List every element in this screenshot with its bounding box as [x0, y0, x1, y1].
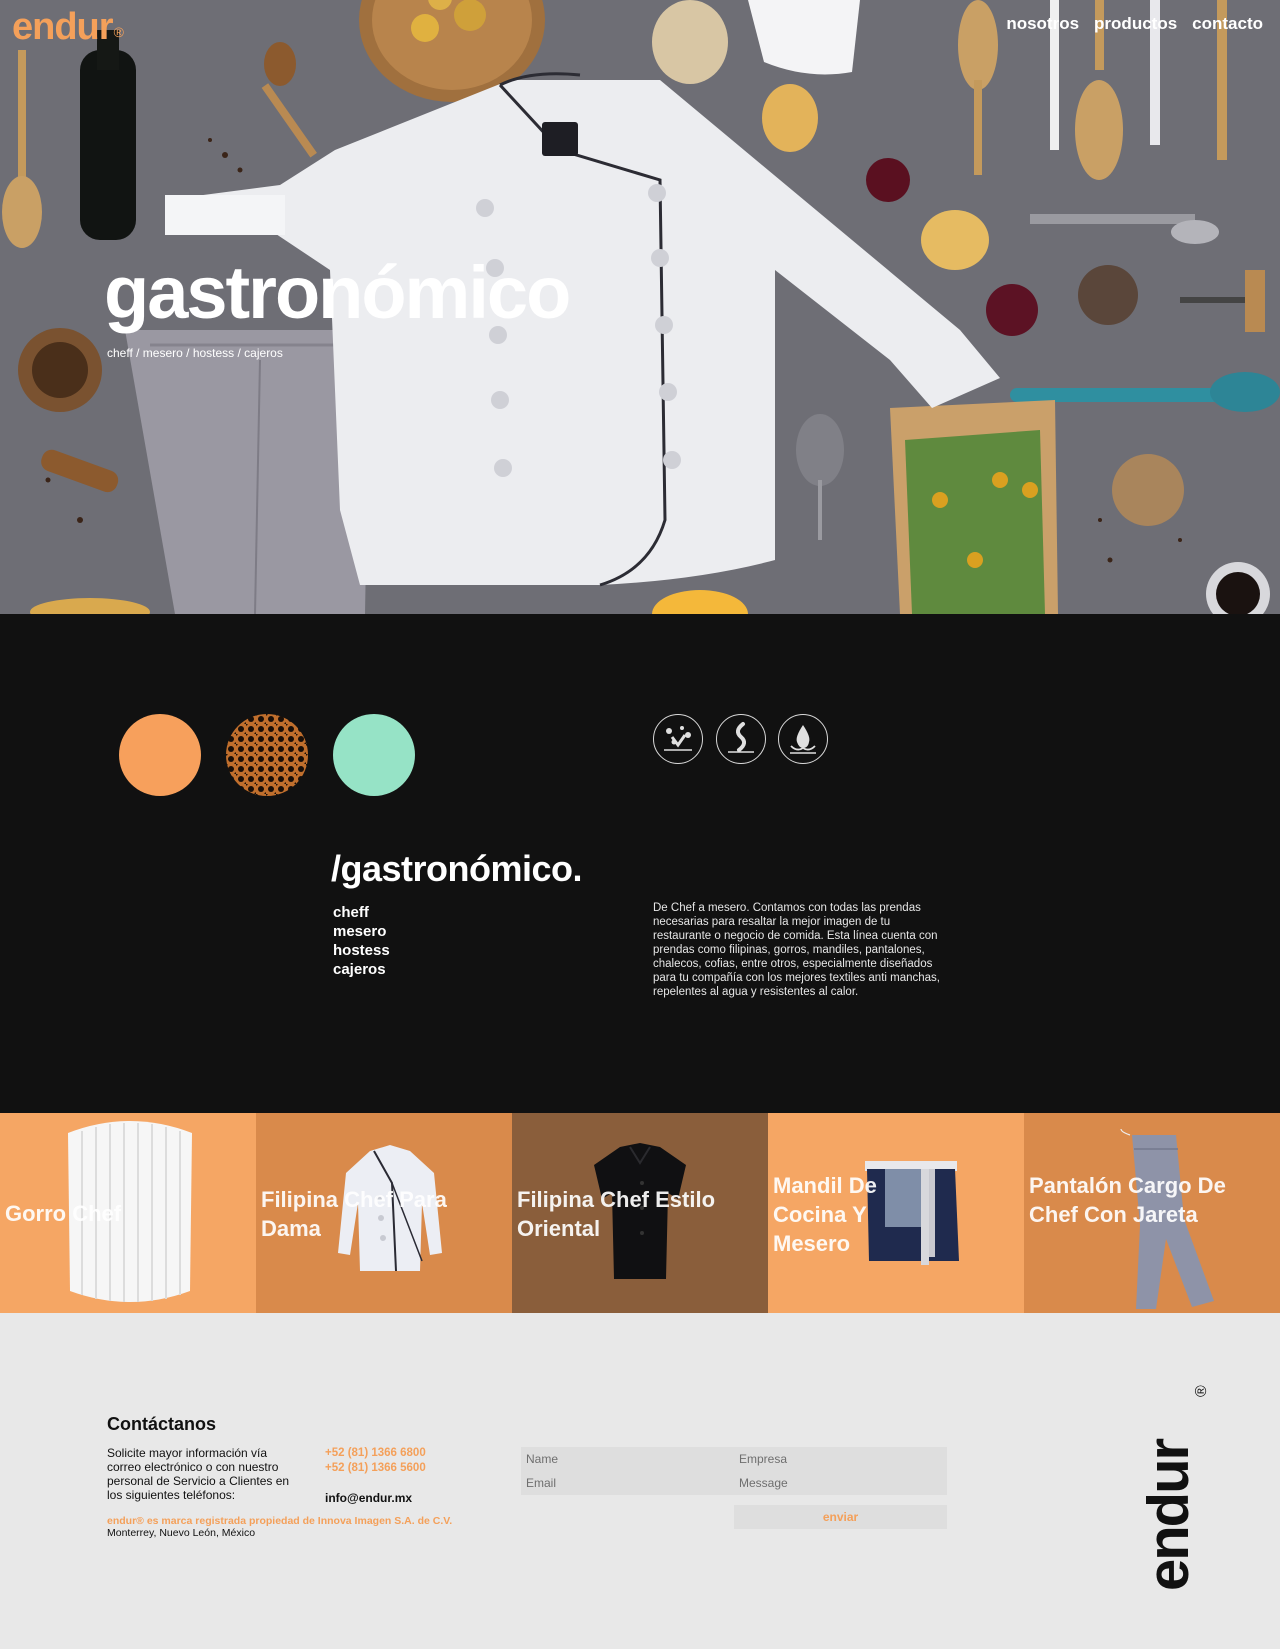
nav-productos[interactable]: productos	[1094, 14, 1177, 34]
phone-list: +52 (81) 1366 6800 +52 (81) 1366 5600	[325, 1446, 426, 1476]
product-label: Filipina Chef Para Dama	[261, 1187, 447, 1241]
contact-text: Solicite mayor información vía correo el…	[107, 1446, 290, 1502]
phone-link[interactable]: +52 (81) 1366 6800	[325, 1446, 426, 1461]
company-field[interactable]	[734, 1447, 947, 1471]
section-title: /gastronómico.	[331, 848, 583, 889]
footer-logo-mark: ®	[1193, 1385, 1210, 1397]
product-card-gorro-chef[interactable]: Gorro Chef	[0, 1113, 256, 1313]
email-link[interactable]: info@endur.mx	[325, 1491, 412, 1505]
name-field[interactable]	[521, 1447, 734, 1471]
role-item: cheff	[333, 904, 369, 921]
hero-title: gastronómico	[104, 251, 571, 334]
stain-resistant-icon	[653, 714, 703, 764]
contact-title: Contáctanos	[107, 1414, 217, 1434]
role-item: cajeros	[333, 961, 386, 978]
footer-vertical-logo: endur ®	[1146, 1385, 1210, 1591]
section-description: De Chef a mesero. Contamos con todas las…	[653, 902, 941, 998]
message-field[interactable]	[734, 1471, 947, 1495]
product-card-filipina-oriental[interactable]: Filipina Chef Estilo Oriental	[512, 1113, 768, 1313]
email-field[interactable]	[521, 1471, 734, 1495]
color-swatch-pattern[interactable]	[226, 714, 308, 796]
hero-banner: endur® nosotros productos contacto gastr…	[0, 0, 1280, 614]
roles-list: cheff mesero hostess cajeros	[333, 903, 390, 979]
logo-registered-mark: ®	[113, 24, 124, 40]
legal-brand-text: endur® es marca registrada propiedad de …	[107, 1515, 453, 1527]
main-nav: nosotros productos contacto	[1006, 14, 1263, 34]
product-strip: Gorro Chef Filipina Chef Para Dama Filip…	[0, 1113, 1280, 1313]
address-text: Monterrey, Nuevo León, México	[107, 1527, 256, 1539]
logo-text: endur	[12, 6, 114, 48]
product-card-pantalon[interactable]: Pantalón Cargo De Chef Con Jareta	[1024, 1113, 1280, 1313]
contact-form	[521, 1447, 947, 1495]
nav-contacto[interactable]: contacto	[1192, 14, 1263, 34]
submit-button[interactable]: enviar	[734, 1505, 947, 1529]
color-swatch-mint[interactable]	[333, 714, 415, 796]
brand-logo[interactable]: endur®	[12, 6, 124, 49]
nav-nosotros[interactable]: nosotros	[1006, 14, 1079, 34]
color-swatch-orange[interactable]	[119, 714, 201, 796]
product-card-mandil[interactable]: Mandil De Cocina Y Mesero	[768, 1113, 1024, 1313]
product-label: Pantalón Cargo De Chef Con Jareta	[1029, 1173, 1226, 1227]
product-card-filipina-dama[interactable]: Filipina Chef Para Dama	[256, 1113, 512, 1313]
hero-subtitle: cheff / mesero / hostess / cajeros	[107, 346, 283, 360]
product-label: Mandil De Cocina Y Mesero	[773, 1173, 877, 1256]
water-repellent-icon	[778, 714, 828, 764]
role-item: mesero	[333, 923, 387, 940]
footer-logo-text: endur	[1146, 1438, 1201, 1591]
legal-info: endur® es marca registrada propiedad de …	[107, 1515, 452, 1539]
line-info-section	[0, 614, 1280, 1113]
heat-resistant-icon	[716, 714, 766, 764]
product-label: Gorro Chef	[5, 1201, 122, 1226]
product-label: Filipina Chef Estilo Oriental	[517, 1187, 716, 1241]
pattern-texture	[226, 714, 308, 796]
phone-link[interactable]: +52 (81) 1366 5600	[325, 1461, 426, 1476]
role-item: hostess	[333, 942, 390, 959]
